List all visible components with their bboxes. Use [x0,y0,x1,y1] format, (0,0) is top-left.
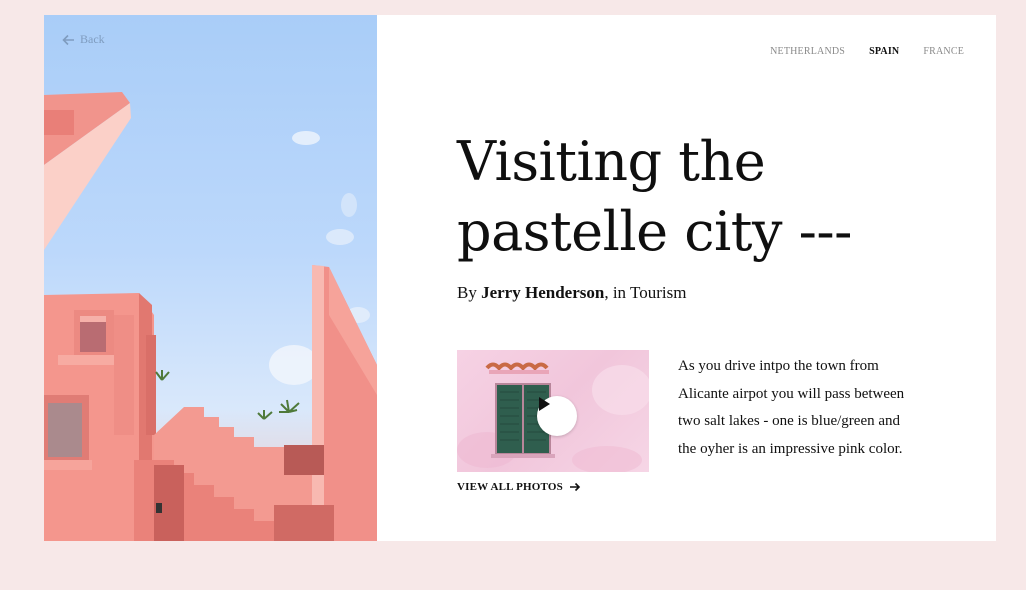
nav-item-spain[interactable]: SPAIN [869,46,899,57]
country-nav: NETHERLANDS SPAIN FRANCE [770,46,964,57]
article-card: Back NETHERLANDS SPAIN FRANCE Visiting t… [44,15,996,541]
byline-category: , in Tourism [604,283,687,302]
view-all-label: VIEW ALL PHOTOS [457,481,563,493]
byline: By Jerry Henderson, in Tourism [457,283,686,303]
back-link[interactable]: Back [62,32,105,47]
page-title: Visiting the pastelle city --- [457,127,917,267]
author-name[interactable]: Jerry Henderson [481,283,604,302]
play-button[interactable] [537,396,577,436]
title-line-1: Visiting the [457,130,766,193]
arrow-left-icon [62,34,74,45]
pink-building-illustration [44,92,377,541]
nav-item-france[interactable]: FRANCE [923,46,964,57]
arrow-right-icon [569,482,581,492]
view-all-photos-link[interactable]: VIEW ALL PHOTOS [457,481,581,493]
byline-prefix: By [457,283,477,302]
hero-image: Back [44,15,377,541]
title-line-2: pastelle city --- [457,200,852,263]
video-thumbnail[interactable] [457,350,649,472]
nav-item-netherlands[interactable]: NETHERLANDS [770,46,845,57]
back-label: Back [80,32,105,46]
article-excerpt: As you drive intpo the town from Alicant… [678,358,905,457]
play-icon [539,397,550,411]
